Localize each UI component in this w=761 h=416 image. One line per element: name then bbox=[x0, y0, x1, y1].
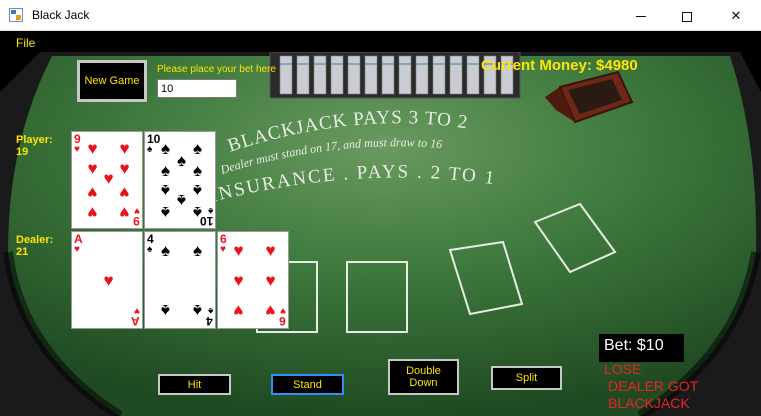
window-title: Black Jack bbox=[32, 8, 90, 22]
dealer-card-3: 6 ♥ ♥ ♥ ♥ ♥ ♥ ♥ ♥ 6 bbox=[217, 231, 289, 329]
blackjack-table: BLACKJACK PAYS 3 TO 2 Dealer must stand … bbox=[0, 52, 761, 416]
card-rank: 6 bbox=[279, 314, 286, 328]
current-money: Current Money: $4980 bbox=[481, 57, 638, 74]
player-label: Player: 19 bbox=[16, 134, 53, 158]
heart-icon: ♥ bbox=[74, 244, 80, 255]
spade-icon: ♠ bbox=[160, 181, 171, 200]
player-card-1: 9 ♥ ♥ ♥ ♥ ♥ ♥ ♥ ♥ ♥ ♥ ♥ 9 bbox=[71, 131, 143, 229]
menu-file[interactable]: File bbox=[16, 36, 35, 50]
spade-icon: ♠ bbox=[147, 244, 153, 255]
spade-icon: ♠ bbox=[160, 241, 171, 260]
new-game-button[interactable]: New Game bbox=[77, 60, 147, 102]
bet-input[interactable] bbox=[157, 79, 237, 98]
spade-icon: ♠ bbox=[192, 301, 203, 320]
player-card-2: 10 ♠ ♠ ♠ ♠ ♠ ♠ ♠ ♠ ♠ ♠ ♠ ♠ 10 bbox=[144, 131, 216, 229]
player-score: 19 bbox=[16, 146, 29, 158]
bet-amount: Bet: $10 bbox=[599, 334, 684, 362]
spade-icon: ♠ bbox=[147, 144, 153, 155]
minimize-button[interactable] bbox=[618, 0, 664, 31]
spade-icon: ♠ bbox=[176, 151, 187, 170]
dealer-card-2: 4 ♠ ♠ ♠ ♠ ♠ ♠ 4 bbox=[144, 231, 216, 329]
spade-icon: ♠ bbox=[176, 191, 187, 210]
heart-icon: ♥ bbox=[233, 301, 244, 320]
card-rank: A bbox=[131, 314, 140, 328]
stand-button[interactable]: Stand bbox=[271, 374, 344, 395]
heart-icon: ♥ bbox=[265, 301, 276, 320]
card-rank: 4 bbox=[206, 314, 213, 328]
bet-prompt-label: Please place your bet here bbox=[157, 64, 276, 75]
result-line-3: BLACKJACK bbox=[608, 395, 690, 411]
spade-icon: ♠ bbox=[192, 139, 203, 158]
spade-icon: ♠ bbox=[192, 181, 203, 200]
double-down-label-line1: Double bbox=[406, 365, 441, 377]
heart-icon: ♥ bbox=[119, 139, 130, 158]
dealer-score: 21 bbox=[16, 246, 29, 258]
heart-icon: ♥ bbox=[119, 183, 130, 202]
close-button[interactable]: ✕ bbox=[713, 0, 759, 31]
split-button[interactable]: Split bbox=[491, 366, 562, 390]
hit-button[interactable]: Hit bbox=[158, 374, 231, 395]
heart-icon: ♥ bbox=[265, 241, 276, 260]
heart-icon: ♥ bbox=[103, 169, 114, 188]
spade-icon: ♠ bbox=[160, 203, 171, 222]
result-line-1: LOSE bbox=[604, 361, 642, 377]
minimize-icon bbox=[636, 16, 646, 18]
round-result: LOSE DEALER GOT BLACKJACK bbox=[604, 361, 698, 412]
spade-icon: ♠ bbox=[192, 241, 203, 260]
spade-icon: ♠ bbox=[160, 161, 171, 180]
result-line-2: DEALER GOT bbox=[608, 378, 699, 394]
maximize-button[interactable] bbox=[664, 0, 710, 31]
maximize-icon bbox=[682, 11, 692, 22]
spade-icon: ♠ bbox=[160, 139, 171, 158]
dealer-label: Dealer: 21 bbox=[16, 234, 53, 258]
heart-icon: ♥ bbox=[103, 271, 114, 290]
app-icon bbox=[9, 8, 23, 22]
heart-icon: ♥ bbox=[220, 244, 226, 255]
heart-icon: ♥ bbox=[119, 203, 130, 222]
double-down-label-line2: Down bbox=[409, 377, 438, 389]
heart-icon: ♥ bbox=[87, 203, 98, 222]
heart-icon: ♥ bbox=[119, 159, 130, 178]
card-rank: 10 bbox=[199, 214, 213, 228]
close-icon: ✕ bbox=[730, 8, 742, 23]
double-down-button[interactable]: Double Down bbox=[388, 359, 459, 395]
title-bar: Black Jack ✕ bbox=[0, 0, 761, 31]
dealer-label-text: Dealer: bbox=[16, 234, 54, 246]
menu-bar: File bbox=[0, 31, 761, 52]
dealer-card-1: A ♥ ♥ ♥ A bbox=[71, 231, 143, 329]
heart-icon: ♥ bbox=[87, 139, 98, 158]
heart-icon: ♥ bbox=[74, 144, 80, 155]
heart-icon: ♥ bbox=[265, 271, 276, 290]
player-label-text: Player: bbox=[16, 134, 53, 146]
heart-icon: ♥ bbox=[87, 183, 98, 202]
card-rank: 9 bbox=[133, 214, 140, 228]
spade-icon: ♠ bbox=[192, 161, 203, 180]
heart-icon: ♥ bbox=[233, 271, 244, 290]
heart-icon: ♥ bbox=[87, 159, 98, 178]
heart-icon: ♥ bbox=[233, 241, 244, 260]
spade-icon: ♠ bbox=[160, 301, 171, 320]
